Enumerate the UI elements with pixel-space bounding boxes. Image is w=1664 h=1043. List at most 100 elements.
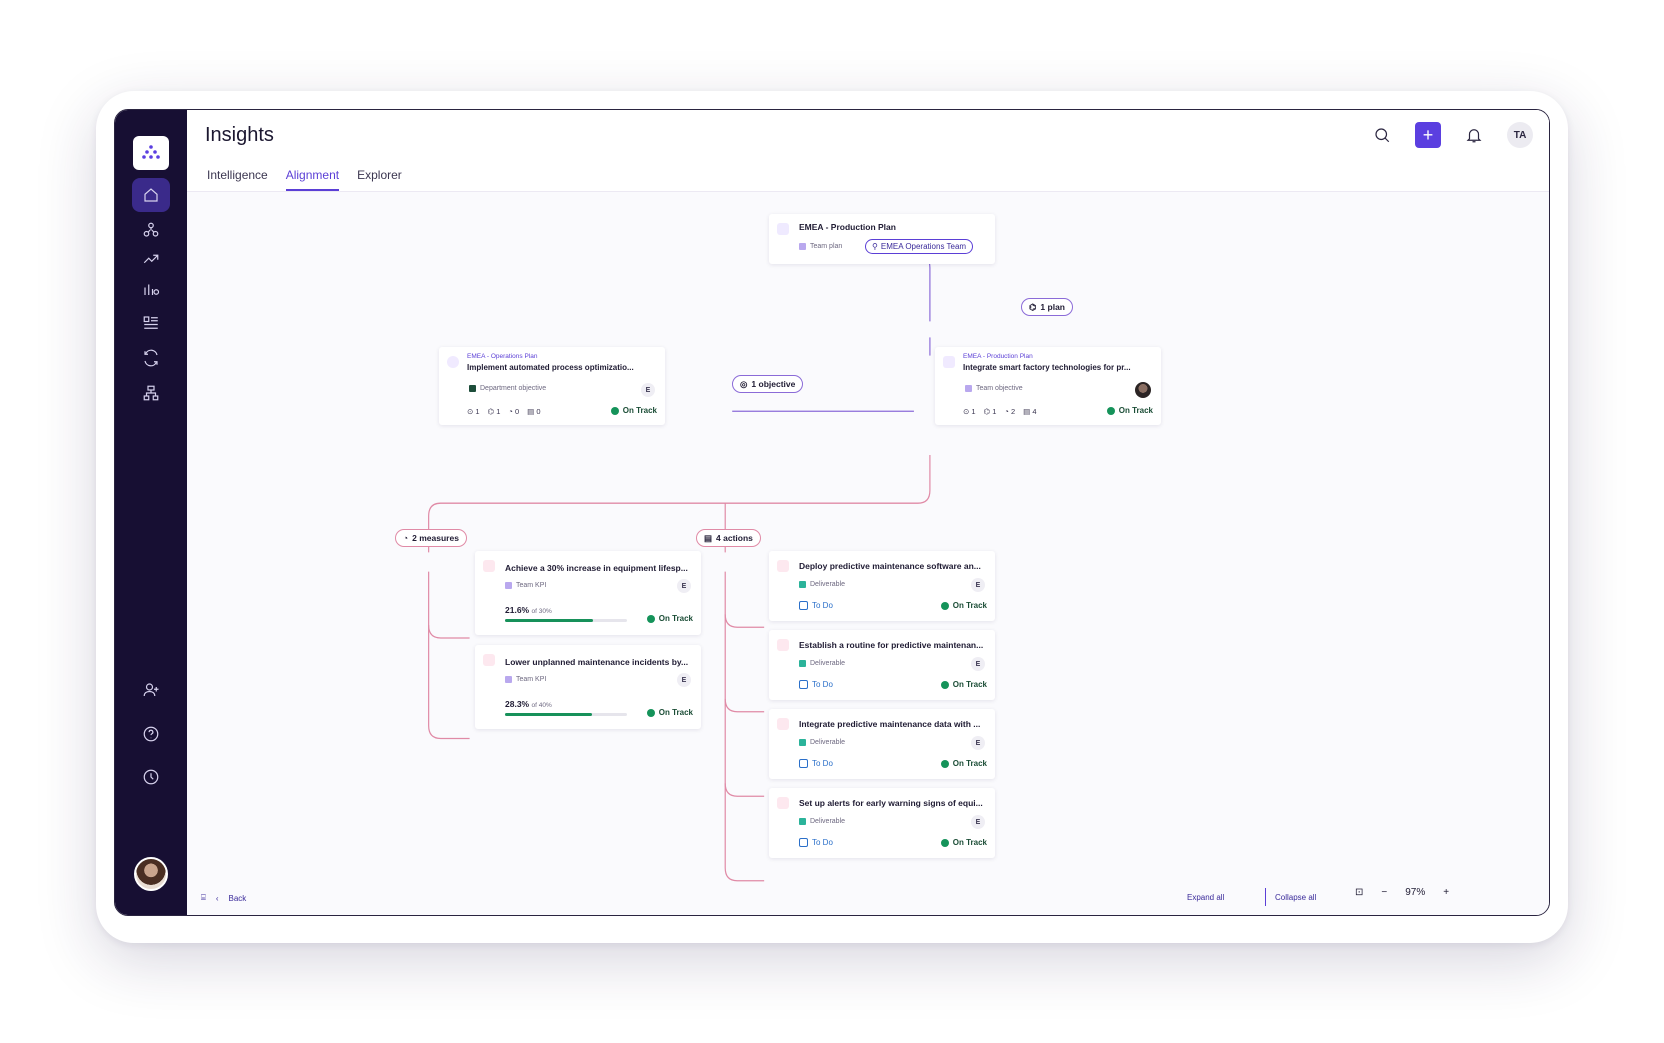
create-button[interactable]: + bbox=[1415, 122, 1441, 148]
owner-avatar bbox=[1135, 382, 1151, 398]
status-badge: On Track bbox=[940, 759, 987, 768]
action-tag: Deliverable bbox=[799, 739, 845, 746]
measure-title: Lower unplanned maintenance incidents by… bbox=[505, 657, 689, 667]
todo-status[interactable]: To Do bbox=[799, 838, 833, 847]
team-pill[interactable]: ⚲ EMEA Operations Team bbox=[865, 239, 974, 254]
measure-progress bbox=[505, 619, 627, 622]
owner-badge: E bbox=[971, 736, 985, 750]
status-badge: On Track bbox=[1106, 406, 1153, 415]
todo-status[interactable]: To Do bbox=[799, 601, 833, 610]
measures-count-pill[interactable]: ◔ 2 measures bbox=[395, 529, 467, 547]
objective-plan-link[interactable]: EMEA - Production Plan bbox=[963, 353, 1033, 360]
status-badge: On Track bbox=[940, 838, 987, 847]
measure-progress-fill bbox=[505, 713, 592, 716]
measure-card[interactable]: Lower unplanned maintenance incidents by… bbox=[475, 645, 701, 729]
measure-value: 28.3% of 40% bbox=[505, 699, 552, 709]
gauge-icon bbox=[483, 654, 495, 666]
main-area: Insights Intelligence Alignment Explorer… bbox=[187, 110, 1549, 915]
task-icon bbox=[777, 718, 789, 730]
todo-status[interactable]: To Do bbox=[799, 759, 833, 768]
actions-count-pill[interactable]: ▤ 4 actions bbox=[696, 529, 761, 547]
home-icon[interactable] bbox=[132, 178, 170, 212]
trend-icon[interactable] bbox=[132, 242, 170, 276]
task-icon: ▤ bbox=[704, 532, 713, 543]
action-tag: Deliverable bbox=[799, 660, 845, 667]
objective-plan-link[interactable]: EMEA - Operations Plan bbox=[467, 353, 537, 360]
task-icon bbox=[777, 639, 789, 651]
top-actions: + TA bbox=[1369, 122, 1533, 148]
app-window: Insights Intelligence Alignment Explorer… bbox=[114, 109, 1550, 916]
zoom-controls: ⊡ − 97% + bbox=[1355, 887, 1449, 898]
measure-value: 21.6% of 30% bbox=[505, 605, 552, 615]
objective-tag: Team objective bbox=[965, 385, 1023, 392]
refresh-icon[interactable] bbox=[132, 341, 170, 375]
action-card[interactable]: Set up alerts for early warning signs of… bbox=[769, 788, 995, 858]
target-icon bbox=[447, 356, 459, 368]
top-bar: Insights Intelligence Alignment Explorer… bbox=[187, 110, 1549, 192]
status-badge: On Track bbox=[940, 601, 987, 610]
action-card[interactable]: Establish a routine for predictive maint… bbox=[769, 630, 995, 700]
team-icon bbox=[943, 356, 955, 368]
measure-progress-fill bbox=[505, 619, 593, 622]
owner-badge: E bbox=[677, 673, 691, 687]
tree-icon: ⌸ bbox=[201, 893, 206, 902]
zoom-out-button[interactable]: − bbox=[1381, 887, 1387, 898]
plan-count-pill[interactable]: ⌬ 1 plan bbox=[1021, 298, 1073, 316]
objective-counts: ⊙ 1 ⌬ 1 ◔ 0 ▤ 0 bbox=[467, 407, 541, 416]
help-icon[interactable] bbox=[132, 717, 170, 751]
tab-intelligence[interactable]: Intelligence bbox=[207, 168, 268, 191]
objective-title: Implement automated process optimizatio.… bbox=[467, 363, 634, 372]
add-user-icon[interactable] bbox=[132, 673, 170, 707]
action-title: Establish a routine for predictive maint… bbox=[799, 640, 984, 650]
user-avatar[interactable]: TA bbox=[1507, 122, 1533, 148]
measure-tag: Team KPI bbox=[505, 582, 546, 589]
objective-count-pill[interactable]: ◎ 1 objective bbox=[732, 375, 804, 393]
plan-title: EMEA - Production Plan bbox=[799, 222, 896, 232]
bottom-bar: ⌸ ‹ Back Expand all Collapse all ⊡ − 97%… bbox=[187, 885, 1549, 915]
page-title: Insights bbox=[205, 124, 274, 146]
action-card[interactable]: Integrate predictive maintenance data wi… bbox=[769, 709, 995, 779]
measure-card[interactable]: Achieve a 30% increase in equipment life… bbox=[475, 551, 701, 635]
app-logo[interactable] bbox=[133, 136, 169, 170]
action-tag: Deliverable bbox=[799, 818, 845, 825]
action-card[interactable]: Deploy predictive maintenance software a… bbox=[769, 551, 995, 621]
fit-screen-icon[interactable]: ⊡ bbox=[1355, 887, 1363, 898]
user-profile-avatar[interactable] bbox=[134, 857, 168, 891]
plan-tag: Team plan bbox=[799, 243, 842, 250]
search-icon[interactable] bbox=[1369, 122, 1395, 148]
alignment-canvas[interactable]: EMEA - Production Plan Team plan ⚲ EMEA O… bbox=[187, 193, 1549, 915]
action-title: Deploy predictive maintenance software a… bbox=[799, 561, 981, 571]
team-icon: ⚲ bbox=[872, 242, 878, 251]
expand-all-button[interactable]: Expand all bbox=[1187, 893, 1224, 902]
department-objective-card[interactable]: EMEA - Operations Plan Implement automat… bbox=[439, 347, 665, 425]
todo-status[interactable]: To Do bbox=[799, 680, 833, 689]
tab-alignment[interactable]: Alignment bbox=[285, 168, 340, 191]
bar-chart-icon[interactable] bbox=[132, 272, 170, 306]
owner-badge: E bbox=[971, 657, 985, 671]
measure-tag: Team KPI bbox=[505, 676, 546, 683]
history-icon[interactable] bbox=[132, 760, 170, 794]
owner-badge: E bbox=[971, 815, 985, 829]
objective-counts: ⊙ 1 ⌬ 1 ◔ 2 ▤ 4 bbox=[963, 407, 1037, 416]
action-tag: Deliverable bbox=[799, 581, 845, 588]
status-badge: On Track bbox=[646, 708, 693, 717]
team-objective-card[interactable]: EMEA - Production Plan Integrate smart f… bbox=[935, 347, 1161, 425]
objective-title: Integrate smart factory technologies for… bbox=[963, 363, 1131, 372]
measure-progress bbox=[505, 713, 627, 716]
back-button[interactable]: ⌸ ‹ Back bbox=[201, 893, 246, 903]
divider bbox=[1265, 888, 1266, 906]
plan-card[interactable]: EMEA - Production Plan Team plan ⚲ EMEA O… bbox=[769, 214, 995, 264]
tree-icon[interactable] bbox=[132, 376, 170, 410]
status-badge: On Track bbox=[940, 680, 987, 689]
list-icon[interactable] bbox=[132, 306, 170, 340]
bell-icon[interactable] bbox=[1461, 122, 1487, 148]
owner-badge: E bbox=[641, 383, 655, 397]
tab-explorer[interactable]: Explorer bbox=[357, 168, 402, 191]
objective-tag: Department objective bbox=[469, 385, 546, 392]
target-icon: ◎ bbox=[740, 378, 748, 389]
zoom-in-button[interactable]: + bbox=[1443, 887, 1449, 898]
status-badge: On Track bbox=[610, 406, 657, 415]
collapse-all-button[interactable]: Collapse all bbox=[1275, 893, 1316, 902]
task-icon bbox=[777, 797, 789, 809]
status-badge: On Track bbox=[646, 614, 693, 623]
